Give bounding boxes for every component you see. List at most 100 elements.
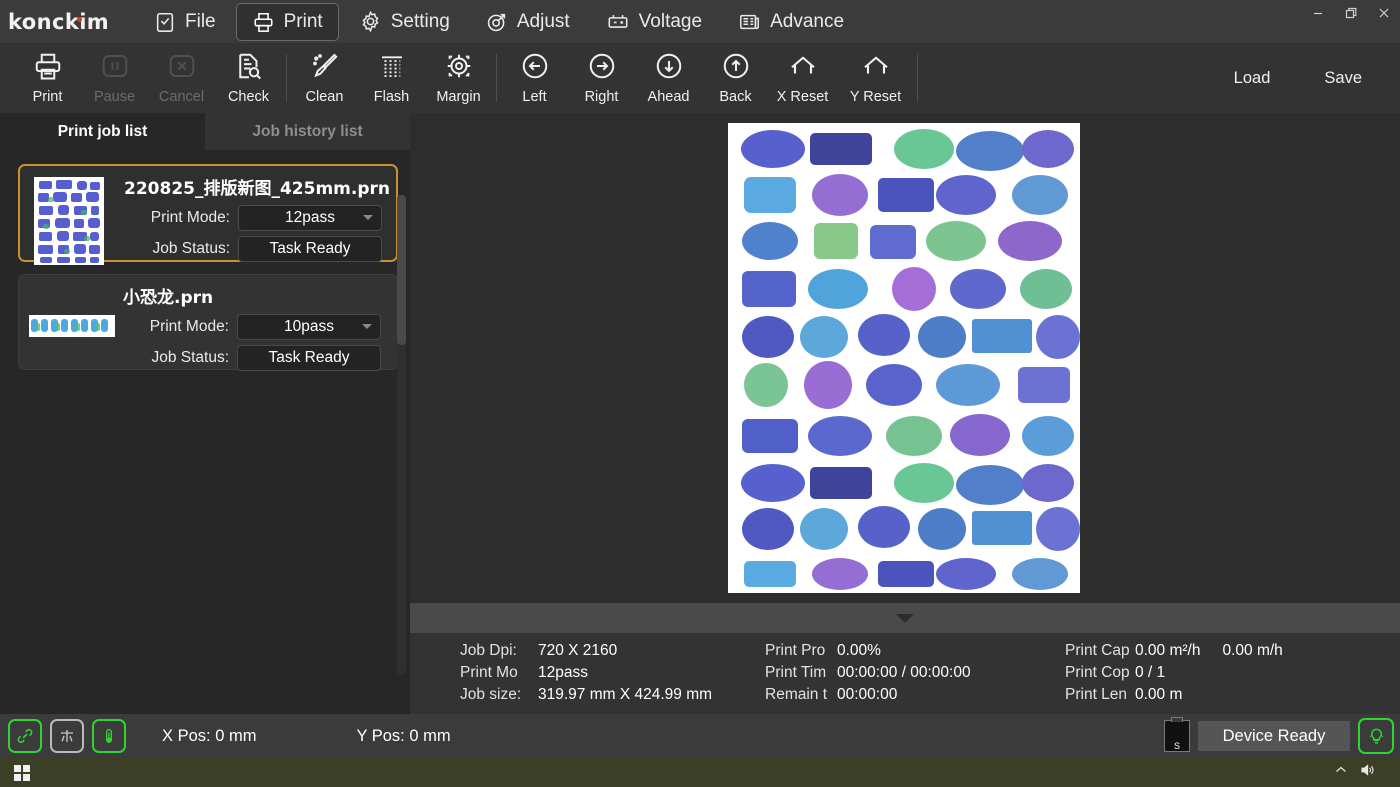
job-info-panel: Job Dpi: 720 X 2160 Print Mo 12pass Job … [410,633,1400,714]
toolbar-button-left-label: Left [522,89,546,105]
y-position-readout: Y Pos: 0 mm [356,727,450,746]
menu-item-setting[interactable]: Setting [343,2,466,41]
menu-item-voltage-label: Voltage [639,11,702,33]
print-preview-graphic [728,123,1080,593]
job-tabs: Print job list Job history list [0,113,410,150]
menu-item-advance[interactable]: Advance [722,3,860,41]
print-capacity-value: 0.00 m²/h [1135,642,1200,660]
title-bar: konckim File [0,0,1400,43]
print-copies-value: 0 / 1 [1135,664,1165,682]
crosshair-icon [443,51,475,86]
tab-job-history-list[interactable]: Job history list [205,113,410,150]
print-mode-label: Print Mode: [124,209,238,227]
job-name: 220825_排版新图_425mm.prn [124,174,396,199]
toolbar-button-print[interactable]: Print [14,45,81,111]
temperature-status-icon[interactable] [92,719,126,753]
preview-collapse-bar[interactable] [410,603,1400,633]
print-preview-sheet[interactable] [728,123,1080,593]
toolbar-button-left[interactable]: Left [501,45,568,111]
print-preview-area [410,113,1400,603]
toolbar-button-clean-label: Clean [306,89,344,105]
menu-item-file-label: File [185,11,216,33]
toolbar-button-x-reset[interactable]: X Reset [769,45,836,111]
application-window: konckim File [0,0,1400,787]
window-controls [1301,0,1400,43]
brand-logo-text: konckim [8,10,109,34]
print-mode-select[interactable]: 10pass [237,314,381,340]
main-menu: File Print [138,2,860,41]
toolbar-button-check[interactable]: Check [215,45,282,111]
job-status-value: Task Ready [269,349,350,367]
job-status-label: Job Status: [124,240,238,258]
printer-icon [32,51,64,86]
menu-item-voltage[interactable]: Voltage [590,3,718,41]
print-mode-select[interactable]: 12pass [238,205,382,231]
arrow-down-circle-icon [653,51,685,86]
job-status-value: Task Ready [270,240,351,258]
speaker-icon[interactable] [1360,763,1376,782]
close-icon[interactable] [1367,0,1400,26]
toolbar-button-pause-label: Pause [94,89,135,105]
arrow-left-circle-icon [519,51,551,86]
job-list-scrollbar-thumb[interactable] [397,195,406,345]
toolbar-button-x-reset-label: X Reset [777,89,829,105]
chevron-down-icon[interactable] [896,614,914,623]
print-head-status-icon[interactable] [50,719,84,753]
toolbar-button-margin[interactable]: Margin [425,45,492,111]
info-row-print-time: Print Tim 00:00:00 / 00:00:00 [765,662,1065,684]
job-list-scrollbar[interactable] [397,195,406,675]
menu-item-adjust[interactable]: Adjust [470,3,586,41]
printer-icon [252,11,275,33]
windows-start-icon[interactable] [0,765,44,781]
restore-icon[interactable] [1334,0,1367,26]
job-card-selected[interactable]: 220825_排版新图_425mm.prn Print Mode: 12pass… [18,164,398,262]
save-button[interactable]: Save [1308,61,1378,96]
brush-icon [309,51,341,86]
lamp-icon[interactable] [1358,718,1394,754]
job-name: 小恐龙.prn [123,283,397,308]
document-search-icon [233,51,265,86]
menu-item-print[interactable]: Print [236,3,339,41]
toolbar-button-ahead[interactable]: Ahead [635,45,702,111]
print-time-label: Print Tim [765,664,837,682]
remain-time-value: 00:00:00 [837,686,897,704]
print-mode-label: Print Mode: [123,318,237,336]
info-row-print-length: Print Len 0.00 m [1065,684,1400,706]
tab-print-job-list[interactable]: Print job list [0,113,205,150]
info-row-job-dpi: Job Dpi: 720 X 2160 [460,640,765,662]
status-bar: X Pos: 0 mm Y Pos: 0 mm S Device Ready [0,714,1400,758]
info-row-remain-time: Remain t 00:00:00 [765,684,1065,706]
toolbar-button-clean[interactable]: Clean [291,45,358,111]
job-status-row: Job Status: Task Ready [123,345,397,371]
job-size-value: 319.97 mm X 424.99 mm [538,686,712,704]
x-position-readout: X Pos: 0 mm [162,727,256,746]
toolbar-button-right[interactable]: Right [568,45,635,111]
brand-logo: konckim [0,10,126,34]
info-row-print-copies: Print Cop 0 / 1 [1065,662,1400,684]
ink-container-icon[interactable]: S [1164,720,1190,752]
job-status-badge: Task Ready [238,236,382,262]
toolbar-button-back[interactable]: Back [702,45,769,111]
print-copies-label: Print Cop [1065,664,1135,682]
toolbar-button-pause[interactable]: Pause [81,45,148,111]
main-toolbar: Print Pause Cancel [0,43,1400,113]
toolbar-divider [496,54,497,102]
toolbar-button-cancel[interactable]: Cancel [148,45,215,111]
info-row-print-mode: Print Mo 12pass [460,662,765,684]
minimize-icon[interactable] [1301,0,1334,26]
chevron-up-icon[interactable] [1334,763,1348,782]
menu-item-file[interactable]: File [138,3,232,41]
toolbar-button-y-reset[interactable]: Y Reset [842,45,909,111]
job-card[interactable]: 小恐龙.prn Print Mode: 10pass Job Status: T… [18,274,398,370]
list-document-icon [738,11,761,33]
job-thumbnail-graphic [34,177,104,265]
toolbar-button-flash[interactable]: Flash [358,45,425,111]
battery-icon [606,11,630,33]
chevron-down-icon [363,215,373,220]
load-button[interactable]: Load [1218,61,1287,96]
link-status-icon[interactable] [8,719,42,753]
job-info-column-1: Job Dpi: 720 X 2160 Print Mo 12pass Job … [410,633,765,714]
print-progress-label: Print Pro [765,642,837,660]
print-mode-value: 12pass [538,664,588,682]
print-mode-value: 12pass [285,209,335,227]
